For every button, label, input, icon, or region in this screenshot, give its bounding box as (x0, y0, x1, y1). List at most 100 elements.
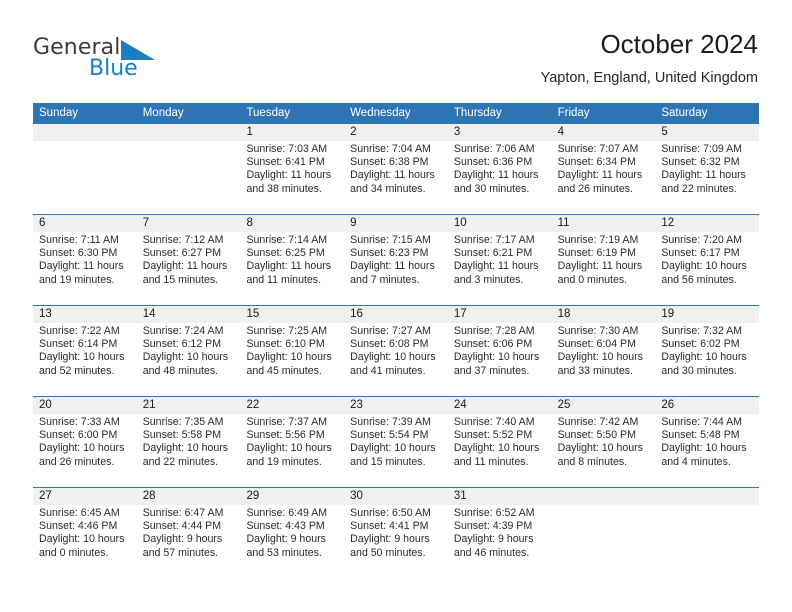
day-sun-info: Sunrise: 7:15 AM Sunset: 6:23 PM Daylight:… (350, 234, 442, 287)
day-sun-info: Sunrise: 7:44 AM Sunset: 5:48 PM Daylight:… (661, 416, 753, 469)
calendar-day-cell[interactable]: 30 Sunrise: 6:50 AM Sunset: 4:41 PM Dayligh… (344, 488, 448, 578)
calendar-day-cell[interactable]: 11 Sunrise: 7:19 AM Sunset: 6:19 PM Dayligh… (552, 215, 656, 305)
day-sun-info: Sunrise: 7:39 AM Sunset: 5:54 PM Daylight:… (350, 416, 442, 469)
sunset-text: Sunset: 5:58 PM (142, 429, 222, 442)
calendar-day-cell[interactable]: 3 Sunrise: 7:06 AM Sunset: 6:36 PM Daylight… (448, 124, 552, 214)
calendar-day-cell[interactable]: 1 Sunrise: 7:03 AM Sunset: 6:41 PM Daylight… (240, 124, 344, 214)
daylight-text-line1: Daylight: 10 hours (453, 442, 540, 455)
sunset-text: Sunset: 6:36 PM (453, 156, 533, 169)
daylight-text-line1: Daylight: 10 hours (39, 351, 125, 364)
sunrise-text: Sunrise: 7:06 AM (453, 143, 535, 155)
calendar-day-cell[interactable]: 20 Sunrise: 7:33 AM Sunset: 6:00 PM Dayligh… (33, 397, 137, 487)
sunrise-text: Sunrise: 6:50 AM (350, 507, 431, 519)
calendar-day-cell[interactable]: 12 Sunrise: 7:20 AM Sunset: 6:17 PM Dayligh… (655, 215, 759, 305)
calendar-day-cell[interactable]: 7 Sunrise: 7:12 AM Sunset: 6:27 PM Daylight… (137, 215, 241, 305)
daylight-text-line2: and 0 minutes. (557, 273, 628, 286)
day-number: 25 (557, 399, 571, 411)
calendar-day-cell[interactable]: 5 Sunrise: 7:09 AM Sunset: 6:32 PM Daylight… (655, 124, 759, 214)
calendar-day-cell-empty (137, 124, 241, 214)
daylight-text-line2: and 53 minutes. (246, 546, 322, 559)
sunrise-text: Sunrise: 6:45 AM (39, 507, 120, 519)
calendar-day-cell[interactable]: 21 Sunrise: 7:35 AM Sunset: 5:58 PM Dayligh… (137, 397, 241, 487)
calendar-grid: Sunday Monday Tuesday Wednesday Thursday… (33, 103, 759, 578)
calendar-day-cell[interactable]: 24 Sunrise: 7:40 AM Sunset: 5:52 PM Dayligh… (448, 397, 552, 487)
day-sun-info: Sunrise: 7:11 AM Sunset: 6:30 PM Daylight:… (39, 234, 131, 287)
day-number: 27 (39, 490, 52, 502)
sunset-text: Sunset: 5:54 PM (350, 429, 429, 442)
sunrise-text: Sunrise: 7:44 AM (661, 416, 742, 428)
day-number: 30 (350, 490, 363, 502)
sunset-text: Sunset: 6:17 PM (661, 247, 740, 260)
sunrise-text: Sunrise: 7:12 AM (142, 234, 224, 246)
calendar-day-cell[interactable]: 31 Sunrise: 6:52 AM Sunset: 4:39 PM Dayligh… (448, 488, 552, 578)
daylight-text-line1: Daylight: 11 hours (661, 169, 746, 182)
calendar-day-cell[interactable]: 26 Sunrise: 7:44 AM Sunset: 5:48 PM Dayligh… (655, 397, 759, 487)
calendar-day-cell[interactable]: 18 Sunrise: 7:30 AM Sunset: 6:04 PM Dayligh… (552, 306, 656, 396)
calendar-day-cell[interactable]: 4 Sunrise: 7:07 AM Sunset: 6:34 PM Daylight… (552, 124, 656, 214)
daylight-text-line1: Daylight: 11 hours (453, 169, 539, 182)
day-sun-info: Sunrise: 6:47 AM Sunset: 4:44 PM Daylight:… (143, 507, 235, 560)
generalblue-logo[interactable]: General Blue (33, 36, 233, 82)
day-number: 7 (142, 217, 150, 229)
day-sun-info: Sunrise: 7:03 AM Sunset: 6:41 PM Daylight:… (246, 143, 338, 196)
daylight-text-line2: and 22 minutes. (661, 182, 737, 195)
daylight-text-line2: and 30 minutes. (661, 364, 737, 377)
calendar-week-row: 13 Sunrise: 7:22 AM Sunset: 6:14 PM Dayligh… (33, 305, 759, 396)
daylight-text-line1: Daylight: 10 hours (246, 442, 332, 455)
sunset-text: Sunset: 6:12 PM (142, 338, 222, 351)
day-number: 4 (557, 126, 564, 138)
daylight-text-line2: and 19 minutes. (39, 273, 115, 286)
day-number: 12 (661, 217, 675, 229)
day-number: 11 (557, 217, 570, 229)
day-number: 24 (453, 399, 467, 411)
calendar-day-cell[interactable]: 16 Sunrise: 7:27 AM Sunset: 6:08 PM Dayligh… (344, 306, 448, 396)
daylight-text-line1: Daylight: 10 hours (557, 351, 643, 364)
daylight-text-line2: and 8 minutes. (557, 455, 628, 468)
day-sun-info: Sunrise: 7:24 AM Sunset: 6:12 PM Daylight:… (143, 325, 235, 378)
sunrise-text: Sunrise: 7:19 AM (557, 234, 639, 246)
sunset-text: Sunset: 6:34 PM (557, 156, 636, 169)
calendar-day-cell[interactable]: 8 Sunrise: 7:14 AM Sunset: 6:25 PM Daylight… (240, 215, 344, 305)
daylight-text-line2: and 0 minutes. (39, 546, 109, 559)
day-number: 22 (246, 399, 260, 411)
calendar-day-cell[interactable]: 14 Sunrise: 7:24 AM Sunset: 6:12 PM Dayligh… (137, 306, 241, 396)
calendar-day-cell[interactable]: 15 Sunrise: 7:25 AM Sunset: 6:10 PM Dayligh… (240, 306, 344, 396)
calendar-day-cell[interactable]: 10 Sunrise: 7:17 AM Sunset: 6:21 PM Dayligh… (448, 215, 552, 305)
day-number: 29 (246, 490, 260, 502)
daylight-text-line2: and 56 minutes. (661, 273, 737, 286)
day-sun-info: Sunrise: 6:52 AM Sunset: 4:39 PM Daylight:… (454, 507, 546, 560)
calendar-day-cell[interactable]: 19 Sunrise: 7:32 AM Sunset: 6:02 PM Dayligh… (655, 306, 759, 396)
daylight-text-line1: Daylight: 9 hours (246, 533, 326, 546)
calendar-day-cell[interactable]: 22 Sunrise: 7:37 AM Sunset: 5:56 PM Dayligh… (240, 397, 344, 487)
calendar-day-cell[interactable]: 25 Sunrise: 7:42 AM Sunset: 5:50 PM Dayligh… (552, 397, 656, 487)
sunset-text: Sunset: 5:56 PM (246, 429, 325, 442)
calendar-day-cell[interactable]: 6 Sunrise: 7:11 AM Sunset: 6:30 PM Daylight… (33, 215, 137, 305)
day-sun-info: Sunrise: 7:12 AM Sunset: 6:27 PM Daylight:… (143, 234, 235, 287)
calendar-day-cell[interactable]: 29 Sunrise: 6:49 AM Sunset: 4:43 PM Dayligh… (240, 488, 344, 578)
day-number: 31 (453, 490, 467, 502)
calendar-week-row: 6 Sunrise: 7:11 AM Sunset: 6:30 PM Daylight… (33, 214, 759, 305)
daylight-text-line1: Daylight: 10 hours (661, 442, 747, 455)
calendar-day-cell[interactable]: 28 Sunrise: 6:47 AM Sunset: 4:44 PM Dayligh… (137, 488, 241, 578)
calendar-day-cell[interactable]: 17 Sunrise: 7:28 AM Sunset: 6:06 PM Dayligh… (448, 306, 552, 396)
sunrise-text: Sunrise: 7:09 AM (661, 143, 742, 155)
calendar-day-cell[interactable]: 2 Sunrise: 7:04 AM Sunset: 6:38 PM Daylight… (344, 124, 448, 214)
daylight-text-line1: Daylight: 11 hours (557, 169, 643, 182)
day-sun-info: Sunrise: 7:27 AM Sunset: 6:08 PM Daylight:… (350, 325, 442, 378)
day-sun-info: Sunrise: 7:42 AM Sunset: 5:50 PM Daylight:… (558, 416, 650, 469)
sunrise-text: Sunrise: 7:25 AM (246, 325, 328, 337)
weekday-header-friday: Friday (557, 107, 590, 119)
calendar-day-cell[interactable]: 9 Sunrise: 7:15 AM Sunset: 6:23 PM Daylight… (344, 215, 448, 305)
calendar-day-cell[interactable]: 23 Sunrise: 7:39 AM Sunset: 5:54 PM Dayligh… (344, 397, 448, 487)
calendar-day-cell[interactable]: 13 Sunrise: 7:22 AM Sunset: 6:14 PM Dayligh… (33, 306, 137, 396)
day-number: 2 (350, 126, 357, 138)
day-number: 8 (246, 217, 253, 229)
calendar-day-cell[interactable]: 27 Sunrise: 6:45 AM Sunset: 4:46 PM Dayligh… (33, 488, 137, 578)
sunset-text: Sunset: 6:04 PM (557, 338, 636, 351)
day-number: 19 (661, 308, 675, 320)
daylight-text-line2: and 41 minutes. (350, 364, 426, 377)
sunset-text: Sunset: 6:30 PM (39, 247, 118, 260)
daylight-text-line2: and 33 minutes. (557, 364, 633, 377)
daylight-text-line2: and 15 minutes. (142, 273, 219, 286)
calendar-day-cell-empty (655, 488, 759, 578)
